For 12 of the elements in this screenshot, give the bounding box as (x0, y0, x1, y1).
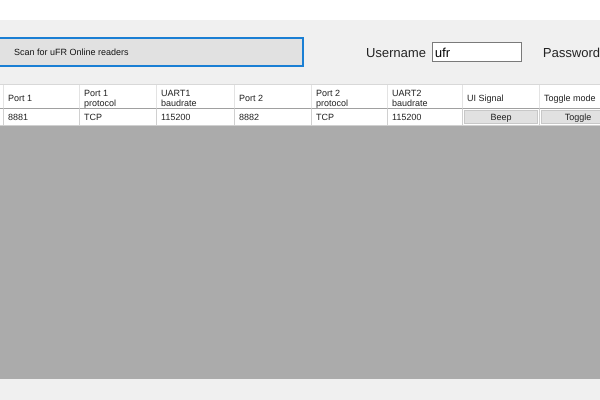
table-cell: 115200 (157, 109, 235, 126)
username-field[interactable]: ufr (432, 42, 522, 62)
table-cell: TCP (80, 109, 157, 126)
scan-button[interactable]: Scan for uFR Online readers (0, 37, 304, 67)
table-cell: TCP (312, 109, 388, 126)
username-label: Username (366, 44, 426, 60)
grid-button[interactable]: Toggle (541, 110, 600, 124)
table-cell: 8882 (235, 109, 312, 126)
password-label: Password (542, 44, 600, 60)
grid-button[interactable]: Beep (464, 110, 538, 124)
table-cell: 115200 (388, 109, 463, 126)
table-cell: 8881 (4, 109, 80, 126)
